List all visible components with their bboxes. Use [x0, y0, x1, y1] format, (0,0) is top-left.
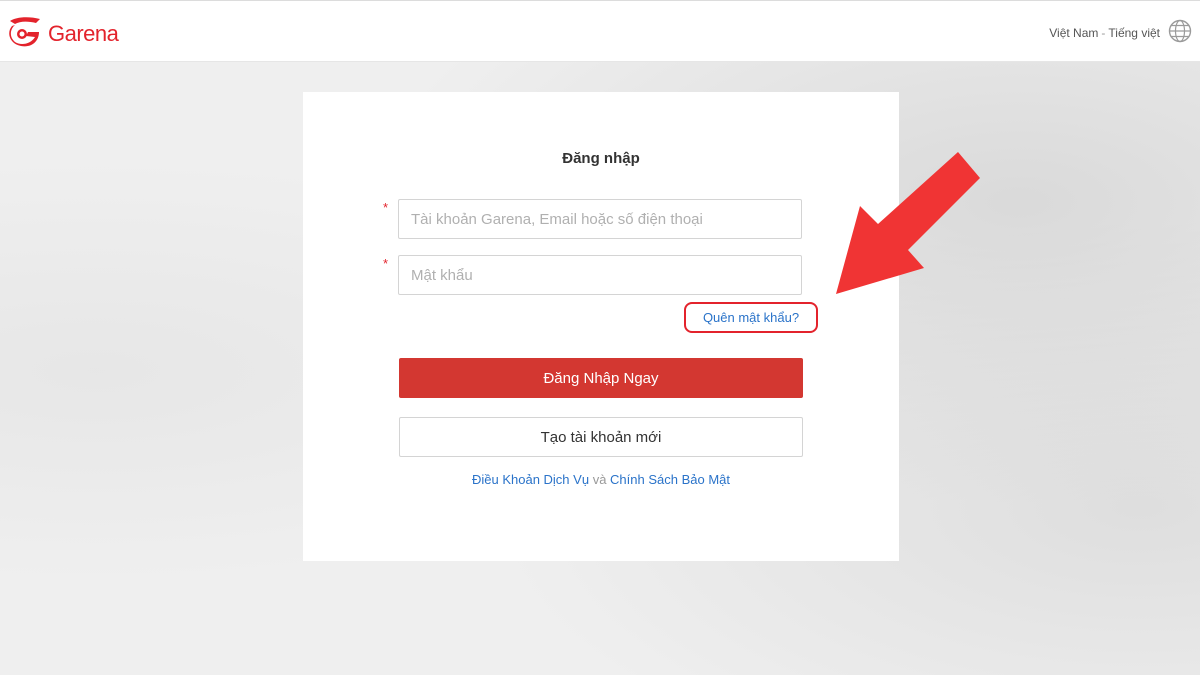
- language-label: Tiếng việt: [1108, 25, 1160, 40]
- language-selector[interactable]: Việt Nam - Tiếng việt: [1049, 19, 1192, 46]
- globe-icon[interactable]: [1168, 19, 1192, 46]
- password-required-mark: *: [383, 256, 389, 271]
- account-required-mark: *: [383, 200, 389, 215]
- terms-line: Điều Khoản Dịch Vụ và Chính Sách Bảo Mật: [303, 472, 899, 487]
- forgot-password-highlight: Quên mật khẩu?: [684, 302, 818, 333]
- garena-logo-icon: [6, 15, 44, 52]
- terms-of-service-link[interactable]: Điều Khoản Dịch Vụ: [472, 472, 589, 487]
- terms-and-text: và: [592, 472, 607, 487]
- login-button[interactable]: Đăng Nhập Ngay: [399, 358, 803, 398]
- annotation-arrow-icon: [830, 150, 990, 305]
- forgot-password-link[interactable]: Quên mật khẩu?: [703, 310, 799, 325]
- privacy-policy-link[interactable]: Chính Sách Bảo Mật: [610, 472, 730, 487]
- password-input[interactable]: [398, 255, 802, 295]
- region-label: Việt Nam: [1049, 25, 1099, 40]
- region-separator: -: [1101, 25, 1106, 40]
- garena-logo[interactable]: Garena: [6, 15, 119, 52]
- top-header: Garena Việt Nam - Tiếng việt: [0, 0, 1200, 62]
- login-card: Đăng nhập * * Quên mật khẩu? Đăng Nhập N…: [303, 92, 899, 561]
- brand-name: Garena: [48, 20, 119, 46]
- login-title: Đăng nhập: [562, 150, 640, 167]
- account-input[interactable]: [398, 199, 802, 239]
- create-account-button[interactable]: Tạo tài khoản mới: [399, 417, 803, 457]
